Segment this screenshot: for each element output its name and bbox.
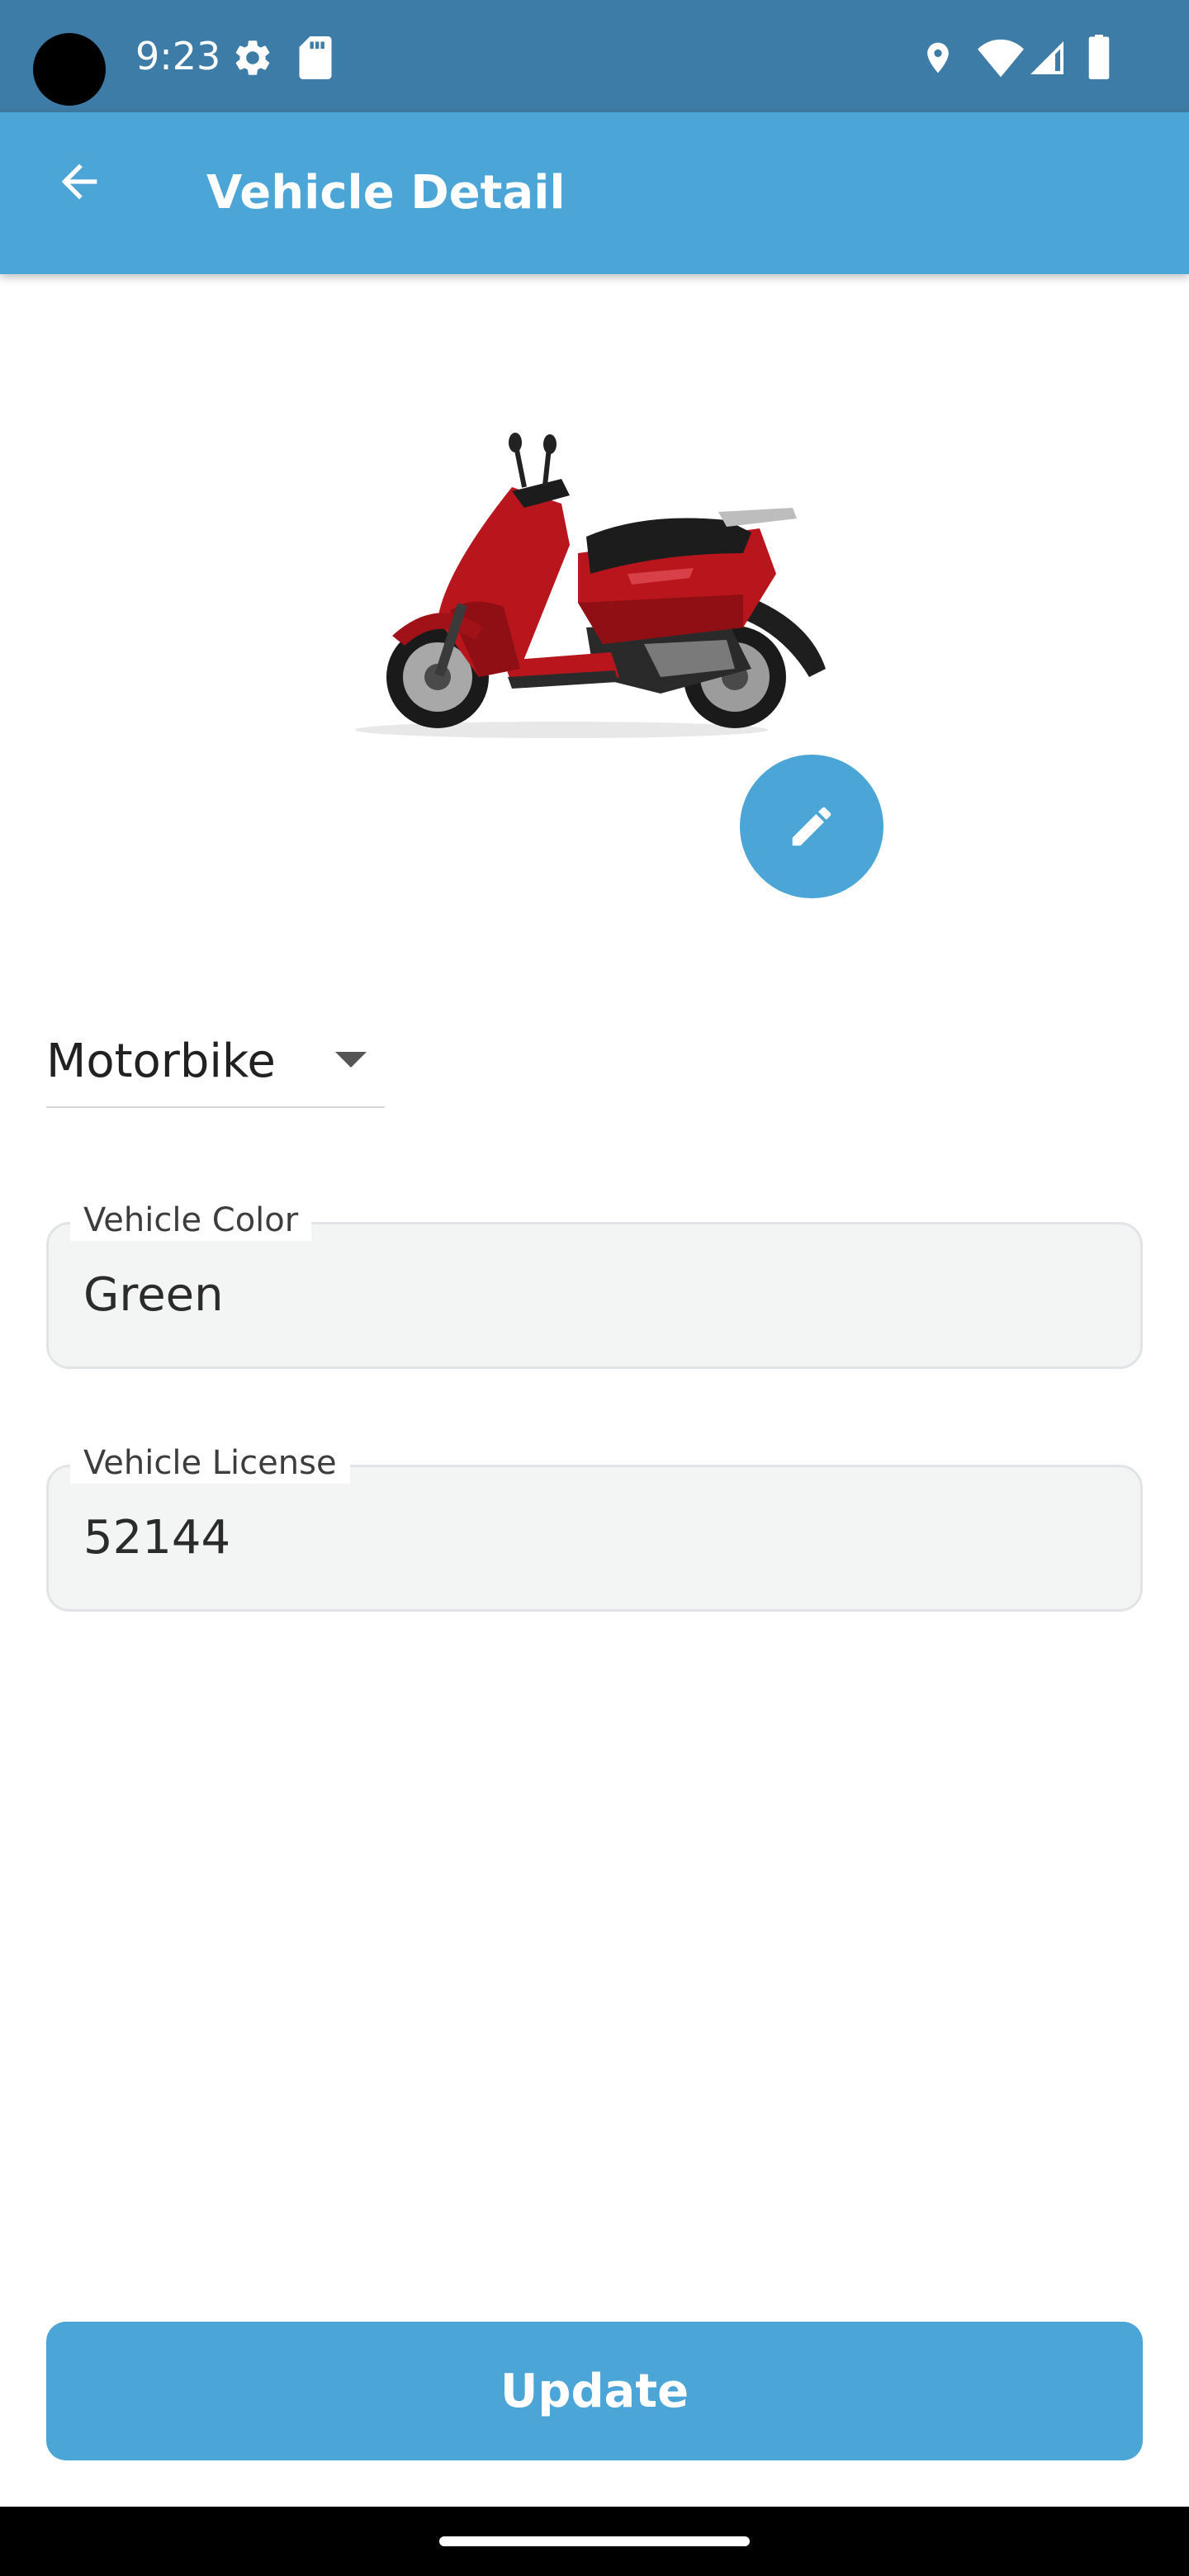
vehicle-license-field[interactable]: Vehicle License 52144 bbox=[46, 1442, 1143, 1612]
vehicle-color-value: Green bbox=[83, 1268, 224, 1322]
pencil-icon bbox=[792, 807, 831, 846]
dropdown-arrow-icon bbox=[335, 1052, 367, 1068]
vehicle-type-dropdown[interactable]: Motorbike bbox=[46, 1016, 385, 1108]
vehicle-photo bbox=[355, 433, 826, 738]
settings-icon bbox=[235, 40, 270, 75]
battery-icon bbox=[1088, 35, 1110, 79]
status-bar: 9:23 bbox=[0, 0, 1189, 112]
page-title: Vehicle Detail bbox=[206, 166, 566, 220]
app-bar: Vehicle Detail bbox=[0, 112, 1189, 274]
camera-cutout bbox=[33, 33, 106, 106]
wifi-icon bbox=[978, 39, 1024, 78]
navigation-bar bbox=[0, 2507, 1189, 2576]
home-indicator[interactable] bbox=[439, 2536, 750, 2546]
vehicle-color-label: Vehicle Color bbox=[70, 1200, 312, 1241]
sd-card-icon bbox=[299, 36, 332, 79]
status-time: 9:23 bbox=[135, 34, 221, 78]
arrow-back-icon bbox=[61, 163, 97, 200]
vehicle-type-value: Motorbike bbox=[46, 1035, 276, 1088]
vehicle-color-field[interactable]: Vehicle Color Green bbox=[46, 1200, 1143, 1369]
back-button[interactable] bbox=[40, 142, 119, 221]
vehicle-license-label: Vehicle License bbox=[70, 1442, 350, 1484]
vehicle-license-value: 52144 bbox=[83, 1511, 231, 1565]
update-button[interactable]: Update bbox=[46, 2322, 1143, 2460]
edit-photo-button[interactable] bbox=[740, 755, 883, 898]
signal-icon bbox=[1030, 41, 1063, 74]
location-icon bbox=[927, 42, 949, 73]
